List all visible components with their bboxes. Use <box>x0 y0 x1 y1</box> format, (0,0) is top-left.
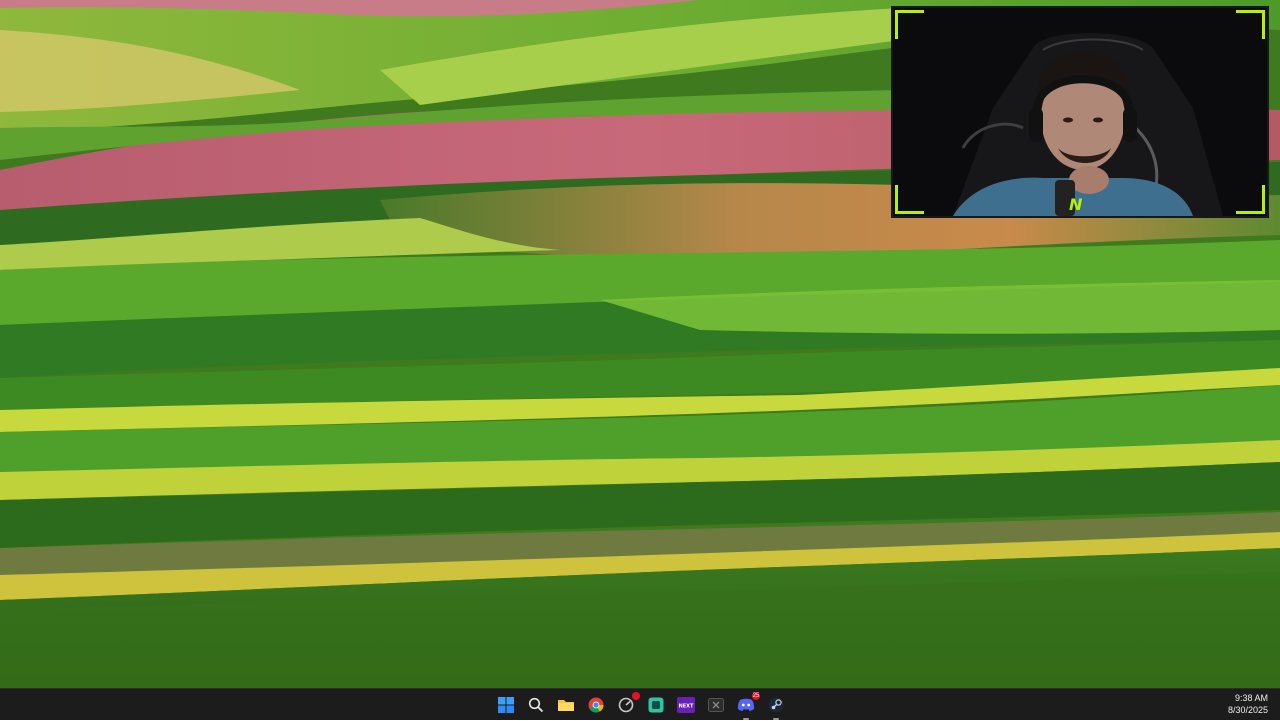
taskbar-pinned-apps: NEXT 25 <box>494 689 788 721</box>
notification-badge: 25 <box>752 692 760 700</box>
file-explorer-button[interactable] <box>554 693 578 717</box>
x-app-icon <box>708 698 724 712</box>
steam-icon <box>768 697 784 713</box>
show-desktop-button[interactable] <box>1274 689 1280 721</box>
green-app-icon <box>648 697 664 713</box>
discord-icon <box>737 698 755 711</box>
windows-start-icon <box>498 697 514 713</box>
next-app-label: NEXT <box>679 704 694 710</box>
taskbar: NEXT 25 9:38 AM 8/30/2025 <box>0 688 1280 720</box>
search-button[interactable] <box>524 693 548 717</box>
steam-button[interactable] <box>764 693 788 720</box>
discord-button[interactable]: 25 <box>734 692 760 720</box>
frame-corner <box>895 10 924 39</box>
resource-monitor-button[interactable] <box>614 692 640 717</box>
chrome-icon <box>588 697 604 713</box>
start-button[interactable] <box>494 693 518 717</box>
next-app-icon: NEXT <box>677 697 695 713</box>
green-app-button[interactable] <box>644 693 668 717</box>
system-clock[interactable]: 9:38 AM 8/30/2025 <box>1228 692 1268 716</box>
frame-corner <box>895 185 924 214</box>
clock-date: 8/30/2025 <box>1227 705 1268 715</box>
frame-corner <box>1236 10 1265 39</box>
brand-logo: N <box>1069 195 1083 214</box>
next-app-button[interactable]: NEXT <box>674 693 698 717</box>
notification-badge <box>632 692 640 700</box>
clock-time: 9:38 AM <box>1234 693 1268 703</box>
webcam-overlay: N <box>891 6 1269 218</box>
resource-monitor-icon <box>618 697 634 713</box>
x-app-button[interactable] <box>704 693 728 717</box>
frame-corner <box>1236 185 1265 214</box>
webcam-feed-image <box>893 8 1267 216</box>
chrome-button[interactable] <box>584 693 608 717</box>
search-icon <box>528 697 544 713</box>
file-explorer-icon <box>558 700 574 711</box>
